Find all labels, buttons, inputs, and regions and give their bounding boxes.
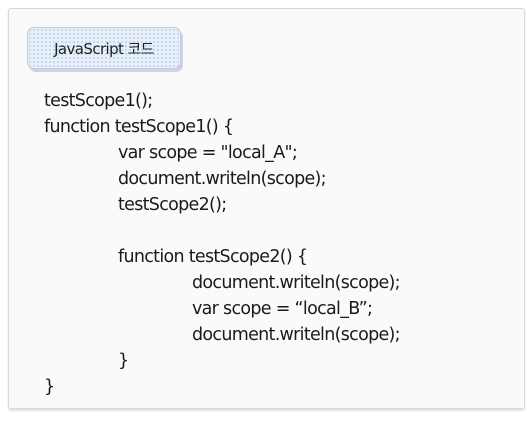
- code-block: testScope1(); function testScope1() { va…: [44, 88, 401, 400]
- code-line-1: testScope1();: [44, 91, 153, 111]
- code-language-tag: JavaScript 코드: [27, 27, 181, 69]
- code-line-4: document.writeln(scope);: [118, 169, 327, 189]
- code-line-12: }: [44, 377, 55, 397]
- code-line-9: var scope = “local_B”;: [192, 299, 373, 319]
- code-language-label: JavaScript 코드: [54, 40, 154, 58]
- code-line-8: document.writeln(scope);: [192, 273, 401, 293]
- code-line-5: testScope2();: [118, 195, 227, 215]
- code-line-7: function testScope2() {: [118, 247, 308, 267]
- code-panel: JavaScript 코드 testScope1(); function tes…: [8, 8, 525, 409]
- code-line-10: document.writeln(scope);: [192, 325, 401, 345]
- code-line-3: var scope = "local_A";: [118, 143, 298, 163]
- code-line-2: function testScope1() {: [44, 117, 234, 137]
- code-line-11: }: [118, 351, 129, 371]
